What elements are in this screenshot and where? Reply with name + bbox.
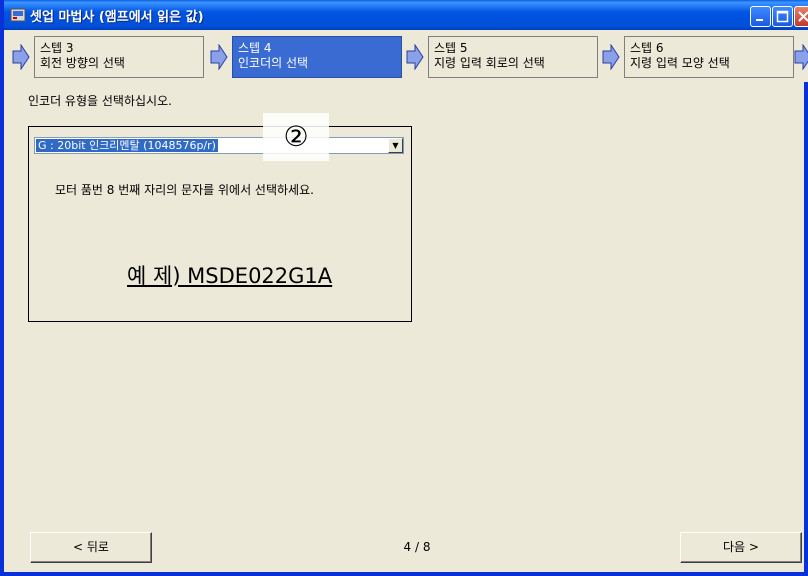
step-arrow-icon [602,44,620,70]
step-3: 스텝 3 회전 방향의 선택 [34,36,204,78]
step-number-badge: ② [263,113,329,161]
step-5-label: 지령 입력 회로의 선택 [434,56,545,70]
minimize-button[interactable] [750,6,771,27]
next-button[interactable]: 다음 > [680,532,802,563]
step-arrow-icon [406,44,424,70]
instruction-text: 인코더 유형을 선택하십시오. [28,94,172,108]
setup-wizard-window: 셋업 마법사 (앰프에서 읽은 값) 스텝 3 회전 방향의 선택 스텝 4 인… [0,0,808,576]
app-icon [10,8,26,22]
close-icon [798,11,808,22]
maximize-icon [776,10,789,23]
example-model-number: 예 제) MSDE022G1A [127,264,333,288]
panel-hint: 모터 품번 8 번째 자리의 문자를 위에서 선택하세요. [55,183,314,197]
step-4-label: 인코더의 선택 [238,56,309,70]
step-arrow-icon [210,44,228,70]
encoder-panel: G : 20bit 인크리멘탈 (1048576p/r) ▼ ② 모터 품번 8… [28,113,412,322]
step-4-number: 스텝 4 [238,41,272,55]
chevron-down-icon: ▼ [392,141,399,150]
title-bar[interactable]: 셋업 마법사 (앰프에서 읽은 값) [4,0,808,30]
dropdown-button[interactable]: ▼ [388,138,403,153]
step-6: 스텝 6 지령 입력 모양 선택 [624,36,794,78]
back-button[interactable]: < 뒤로 [30,532,152,563]
close-button[interactable] [794,6,808,27]
wizard-steps: 스텝 3 회전 방향의 선택 스텝 4 인코더의 선택 스텝 5 지령 입력 회… [8,30,808,82]
step-3-label: 회전 방향의 선택 [40,56,125,70]
step-5-number: 스텝 5 [434,41,468,55]
step-6-number: 스텝 6 [630,41,664,55]
window-title: 셋업 마법사 (앰프에서 읽은 값) [30,10,204,25]
encoder-type-value: G : 20bit 인크리멘탈 (1048576p/r) [36,139,218,152]
step-5: 스텝 5 지령 입력 회로의 선택 [428,36,598,78]
step-arrow-icon [794,44,808,70]
step-4: 스텝 4 인코더의 선택 [232,36,402,78]
minimize-icon [756,19,763,21]
step-arrow-icon [12,44,30,70]
step-3-number: 스텝 3 [40,41,74,55]
step-6-label: 지령 입력 모양 선택 [630,56,730,70]
encoder-type-select[interactable]: G : 20bit 인크리멘탈 (1048576p/r) ▼ [34,137,404,154]
maximize-button[interactable] [772,6,793,27]
page-indicator: 4 / 8 [403,540,431,554]
